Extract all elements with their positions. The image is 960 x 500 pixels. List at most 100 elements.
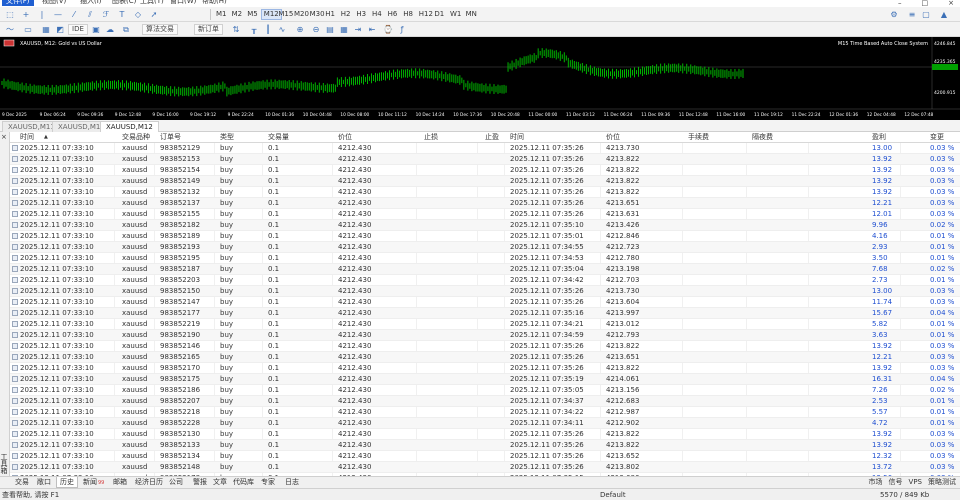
timeframe-mn[interactable]: MN [464, 9, 479, 20]
column-header[interactable]: 手续费 [688, 132, 709, 143]
fibonacci-icon[interactable]: ℱ [100, 9, 112, 20]
algo-trading-button[interactable]: 算法交易 [142, 24, 178, 35]
terminal-icon[interactable]: ▣ [90, 24, 102, 35]
table-row[interactable]: 2025.12.11 07:33:10 xauusd 983852154 buy 0.1… [10, 165, 960, 176]
column-header[interactable]: 止损 [424, 132, 438, 143]
table-row[interactable]: 2025.12.11 07:33:10 xauusd 983852130 buy 0.1… [10, 429, 960, 440]
shapes-icon[interactable]: ◇ [132, 9, 144, 20]
text-icon[interactable]: T [116, 9, 128, 20]
menu-item[interactable]: 工具(T) [136, 0, 168, 6]
terminal-tab[interactable]: 邮箱 [110, 477, 130, 488]
terminal-tab[interactable]: 经济日历 [132, 477, 166, 488]
crosshair-icon[interactable]: + [20, 9, 32, 20]
terminal-link[interactable]: 策略测试 [928, 477, 956, 488]
menu-icon[interactable]: ≡ [906, 9, 918, 20]
timeframe-h6[interactable]: H6 [386, 9, 400, 20]
timeframe-h2[interactable]: H2 [339, 9, 353, 20]
cloud-icon[interactable]: ☁ [104, 24, 116, 35]
table-row[interactable]: 2025.12.11 07:33:10 xauusd 983852218 buy 0.1… [10, 407, 960, 418]
table-row[interactable]: 2025.12.11 07:33:10 xauusd 983852153 buy 0.1… [10, 154, 960, 165]
column-header[interactable]: 交易品种 [122, 132, 150, 143]
menu-item[interactable]: 文件(F) [2, 0, 34, 6]
table-row[interactable]: 2025.12.11 07:33:10 xauusd 983852134 buy 0.1… [10, 451, 960, 462]
chart-tab[interactable]: XAUUSD,M12 [100, 121, 159, 132]
table-row[interactable]: 2025.12.11 07:33:10 xauusd 983852149 buy 0.1… [10, 176, 960, 187]
timeframe-m5[interactable]: M5 [245, 9, 260, 20]
trendline-icon[interactable]: ⁄ [68, 9, 80, 20]
terminal-tab[interactable]: 文章 [210, 477, 230, 488]
column-header[interactable]: 隔夜费 [752, 132, 773, 143]
cursor-icon[interactable]: ⬚ [4, 9, 16, 20]
table-row[interactable]: 2025.12.11 07:33:10 xauusd 983852190 buy 0.1… [10, 330, 960, 341]
table-row[interactable]: 2025.12.11 07:33:10 xauusd 983852187 buy 0.1… [10, 264, 960, 275]
terminal-tab[interactable]: 新闻99 [80, 477, 107, 488]
settings-icon[interactable]: ⚙ [888, 9, 900, 20]
menu-item[interactable]: 插入(I) [76, 0, 106, 6]
bar-chart-icon[interactable]: ╥ [248, 24, 260, 35]
bell-icon[interactable]: ▲ [938, 9, 950, 20]
timeframe-h8[interactable]: H8 [401, 9, 415, 20]
column-header[interactable]: 变更 [930, 132, 944, 143]
chart-canvas[interactable]: XAUUSD, M12: Gold vs US Dollar M15 Time B… [0, 37, 960, 120]
close-icon[interactable]: × [1, 133, 7, 141]
timeframe-h3[interactable]: H3 [354, 9, 368, 20]
channel-icon[interactable]: ⫽ [84, 9, 96, 20]
menu-item[interactable]: 帮助(H) [198, 0, 231, 6]
chart-icon[interactable]: ⧉ [120, 24, 132, 35]
autoscroll-icon[interactable]: ⇥ [352, 24, 364, 35]
terminal-tab[interactable]: 警报 [190, 477, 210, 488]
indicators-icon[interactable]: 〜 [4, 24, 16, 35]
tile-icon[interactable]: ▤ [324, 24, 336, 35]
column-header[interactable]: 时间 [510, 132, 524, 143]
price-chart[interactable]: XAUUSD, M12: Gold vs US Dollar M15 Time B… [0, 37, 960, 120]
ide-button[interactable]: IDE [68, 24, 88, 35]
terminal-tab[interactable]: 日志 [282, 477, 302, 488]
terminal-tab[interactable]: 专家 [258, 477, 278, 488]
table-row[interactable]: 2025.12.11 07:33:10 xauusd 983852147 buy 0.1… [10, 297, 960, 308]
column-header[interactable]: 类型 [220, 132, 234, 143]
table-row[interactable]: 2025.12.11 07:33:10 xauusd 983852175 buy 0.1… [10, 374, 960, 385]
timeframe-m2[interactable]: M2 [230, 9, 245, 20]
table-row[interactable]: 2025.12.11 07:33:10 xauusd 983852219 buy 0.1… [10, 319, 960, 330]
status-profile[interactable]: Default [600, 489, 626, 500]
maximize-icon[interactable]: □ [922, 0, 929, 7]
menu-item[interactable]: 视图(V) [38, 0, 70, 6]
objects-icon[interactable]: ◩ [54, 24, 66, 35]
timeframe-m1[interactable]: M1 [214, 9, 229, 20]
table-row[interactable]: 2025.12.11 07:33:10 xauusd 983852182 buy 0.1… [10, 220, 960, 231]
table-row[interactable]: 2025.12.11 07:33:10 xauusd 983852137 buy 0.1… [10, 198, 960, 209]
table-row[interactable]: 2025.12.11 07:33:10 xauusd 983852165 buy 0.1… [10, 352, 960, 363]
terminal-link[interactable]: 市场 [869, 477, 883, 488]
table-row[interactable]: 2025.12.11 07:33:10 xauusd 983852189 buy 0.1… [10, 231, 960, 242]
terminal-tab[interactable]: 交易 [12, 477, 32, 488]
table-row[interactable]: 2025.12.11 07:33:10 xauusd 983852170 buy 0.1… [10, 363, 960, 374]
timeframe-w1[interactable]: W1 [448, 9, 463, 20]
terminal-tab[interactable]: 历史 [56, 477, 78, 488]
column-header[interactable]: 止盈 [485, 132, 499, 143]
table-row[interactable]: 2025.12.11 07:33:10 xauusd 983852177 buy 0.1… [10, 308, 960, 319]
line-chart-icon[interactable]: ∿ [276, 24, 288, 35]
timeframe-h1[interactable]: H1 [323, 9, 337, 20]
table-row[interactable]: 2025.12.11 07:33:10 xauusd 983852228 buy 0.1… [10, 418, 960, 429]
table-row[interactable]: 2025.12.11 07:33:10 xauusd 983852133 buy 0.1… [10, 440, 960, 451]
table-row[interactable]: 2025.12.11 07:33:10 xauusd 983852195 buy 0.1… [10, 253, 960, 264]
table-row[interactable]: 2025.12.11 07:33:10 xauusd 983852207 buy 0.1… [10, 396, 960, 407]
candles-icon[interactable]: ┃ [262, 24, 274, 35]
timeframe-d1[interactable]: D1 [432, 9, 446, 20]
table-row[interactable]: 2025.12.11 07:33:10 xauusd 983852193 buy 0.1… [10, 242, 960, 253]
table-row[interactable]: 2025.12.11 07:33:10 xauusd 983852132 buy 0.1… [10, 187, 960, 198]
terminal-tab[interactable]: 公司 [166, 477, 186, 488]
column-header[interactable]: 价位 [338, 132, 352, 143]
column-header[interactable]: 交易量 [268, 132, 289, 143]
column-header[interactable]: 时间 [20, 132, 34, 143]
terminal-tab[interactable]: 代码库 [230, 477, 257, 488]
column-header[interactable]: 订单号 [160, 132, 181, 143]
menu-item[interactable]: 窗口(W) [166, 0, 200, 6]
zoom-out-icon[interactable]: ⊖ [310, 24, 322, 35]
one-click-icon[interactable]: ⇅ [230, 24, 242, 35]
terminal-link[interactable]: 信号 [889, 477, 903, 488]
terminal-link[interactable]: VPS [909, 477, 922, 488]
horizontal-line-icon[interactable]: — [52, 9, 64, 20]
grid-icon[interactable]: ▦ [338, 24, 350, 35]
table-row[interactable]: 2025.12.11 07:33:10 xauusd 983852129 buy 0.1… [10, 143, 960, 154]
